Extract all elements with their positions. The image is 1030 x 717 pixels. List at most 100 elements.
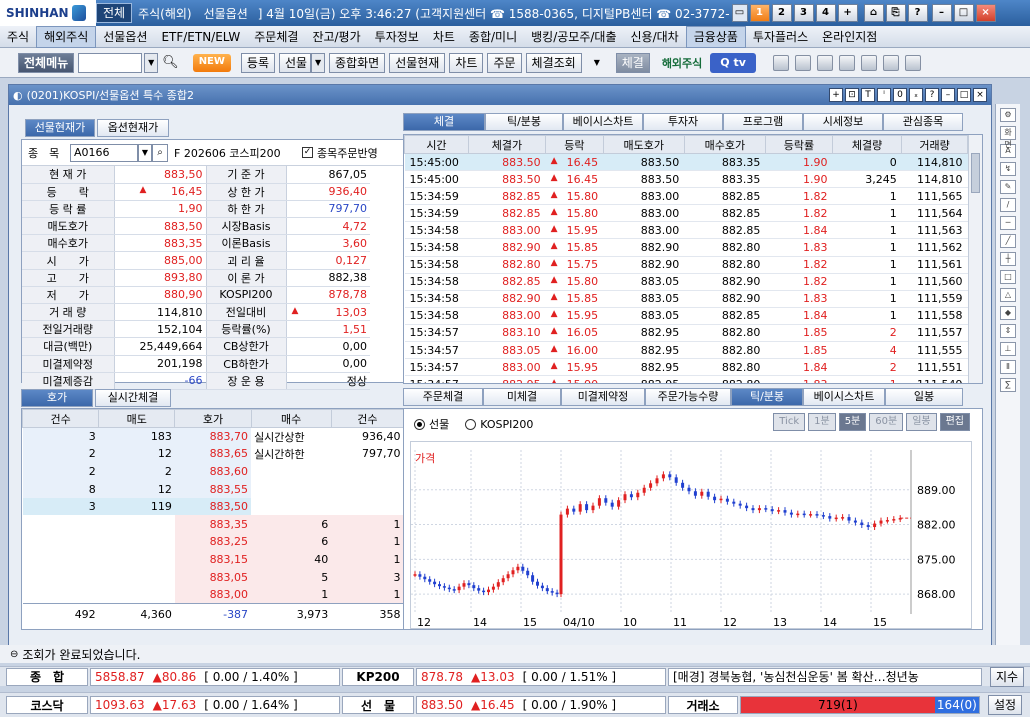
title-tab-futures[interactable]: 선물옵션	[198, 5, 254, 22]
qtv-button[interactable]: Q tv	[710, 52, 756, 73]
period-button-5[interactable]: 편집	[939, 413, 970, 431]
menu-item-5[interactable]: 잔고/평가	[305, 27, 367, 47]
trades-tab-3[interactable]: 투자자	[643, 113, 723, 131]
ask-price[interactable]: 883,60	[174, 462, 252, 481]
hoga-bid-row[interactable]: 883,00 1 1	[23, 585, 404, 604]
trades-tab-6[interactable]: 관심종목	[883, 113, 963, 131]
screen-save-icon[interactable]	[904, 54, 921, 71]
sidebar-tool-12-icon[interactable]: ⇕	[1000, 324, 1016, 338]
search-icon[interactable]: 🔍︎	[162, 55, 179, 70]
toolbar-button-order[interactable]: 주문	[487, 52, 522, 73]
toolbar-button-futures-price[interactable]: 선물현재	[389, 52, 446, 73]
chart-tab-3[interactable]: 주문가능수량	[645, 388, 731, 406]
ask-price[interactable]: 883,70	[174, 427, 252, 446]
bid-price[interactable]: 883,25	[174, 533, 252, 551]
trades-tab-5[interactable]: 시세정보	[803, 113, 883, 131]
help-icon[interactable]: ?	[907, 4, 928, 22]
toolbar-button-overview[interactable]: 종합화면	[329, 52, 386, 73]
overseas-stock-link[interactable]: 해외주식	[662, 55, 702, 71]
title-tab-all[interactable]: 전체	[96, 3, 133, 23]
period-button-2[interactable]: 5분	[838, 413, 867, 431]
chart-tab-5[interactable]: 베이시스차트	[803, 388, 885, 406]
toolbar-more-icon[interactable]: ▼	[594, 58, 608, 67]
sidebar-tool-6-icon[interactable]: ─	[1000, 216, 1016, 230]
order-reflect-checkbox[interactable]: ✓	[302, 147, 313, 158]
home-icon[interactable]: ⌂	[863, 4, 884, 22]
close-button[interactable]: ×	[975, 4, 996, 22]
trades-row[interactable]: 15:34:58 883.00 ▲ 15.95 883.00 882.85 1.84 1 111…	[404, 221, 968, 240]
window-button-7[interactable]: –	[941, 88, 955, 102]
sidebar-tool-1-icon[interactable]: 화면	[1000, 126, 1016, 149]
menu-item-11[interactable]: 금융상품	[685, 25, 746, 48]
index-button[interactable]: 지수	[990, 666, 1025, 687]
menu-item-6[interactable]: 투자정보	[368, 27, 426, 47]
window-button-2[interactable]: T	[861, 88, 875, 102]
window-button-6[interactable]: ?	[925, 88, 939, 102]
execution-button[interactable]: 체결	[615, 52, 650, 73]
layout-icon[interactable]	[838, 54, 855, 71]
trades-row[interactable]: 15:34:57 882.95 ▲ 15.90 882.95 882.80 1.83 1 111…	[404, 375, 968, 383]
trades-header[interactable]: 체결량	[831, 135, 903, 154]
chart-tab-6[interactable]: 일봉	[885, 388, 963, 406]
trades-header[interactable]: 거래량	[901, 135, 968, 154]
ask-price[interactable]: 883,65	[174, 445, 252, 463]
trades-header[interactable]: 등락률	[764, 135, 833, 154]
radio-futures[interactable]	[414, 418, 425, 430]
hoga-bid-row[interactable]: 883,15 40 1	[23, 550, 404, 569]
period-button-1[interactable]: 1분	[808, 413, 836, 431]
window-button-8[interactable]: □	[957, 88, 971, 102]
screen-2-button[interactable]: 2	[771, 4, 792, 22]
window-button-1[interactable]: ⊡	[845, 88, 859, 102]
trades-header[interactable]: 시간	[404, 135, 469, 154]
hoga-bid-row[interactable]: 883,35 6 1	[23, 515, 404, 534]
trades-scrollbar[interactable]	[968, 135, 982, 383]
menu-item-10[interactable]: 신용/대차	[624, 27, 686, 47]
screen-dropdown-icon[interactable]: ▼	[144, 52, 159, 73]
trades-header[interactable]: 매도호가	[602, 135, 685, 154]
sidebar-tool-5-icon[interactable]: /	[1000, 198, 1016, 212]
trades-row[interactable]: 15:34:57 883.10 ▲ 16.05 882.95 882.80 1.85 2 111…	[404, 324, 968, 343]
trades-row[interactable]: 15:34:58 882.90 ▲ 15.85 882.90 882.80 1.83 1 111…	[404, 238, 968, 257]
hoga-ask-row[interactable]: 3 183 883,70 실시간상한 936,40	[22, 427, 404, 446]
sidebar-tool-4-icon[interactable]: ✎	[1000, 180, 1016, 194]
trades-tab-0[interactable]: 체결	[403, 113, 485, 131]
bid-price[interactable]: 883,00	[174, 585, 252, 604]
ask-price[interactable]: 883,50	[174, 497, 252, 516]
sidebar-tool-11-icon[interactable]: ◆	[1000, 306, 1016, 320]
menu-item-8[interactable]: 종합/미니	[462, 27, 524, 47]
news-ticker[interactable]: [매경] 경북농협, '농심천심운동' 봄 확산…청년농	[668, 667, 982, 686]
trades-header[interactable]: 등락	[545, 135, 604, 154]
code-dropdown-icon[interactable]: ▼	[138, 143, 152, 162]
trades-row[interactable]: 15:45:00 883.50 ▲ 16.45 883.50 883.35 1.90 0 114…	[404, 153, 968, 172]
trades-header[interactable]: 체결가	[467, 135, 547, 154]
trades-tab-1[interactable]: 틱/분봉	[485, 113, 563, 131]
chart-tab-1[interactable]: 미체결	[483, 388, 561, 406]
menu-item-4[interactable]: 주문체결	[247, 27, 305, 47]
menu-item-0[interactable]: 주식	[0, 27, 36, 47]
tab-realtime-exec[interactable]: 실시간체결	[95, 389, 171, 407]
screen-4-button[interactable]: 4	[815, 4, 836, 22]
new-badge[interactable]: NEW	[192, 53, 231, 72]
trades-tab-4[interactable]: 프로그램	[723, 113, 803, 131]
favorite-select[interactable]: 선물	[279, 52, 312, 73]
trades-tab-2[interactable]: 베이시스차트	[563, 113, 643, 131]
hoga-ask-row[interactable]: 3 119 883,50	[22, 497, 404, 516]
menu-item-9[interactable]: 뱅킹/공모주/대출	[524, 27, 623, 47]
tab-option-price[interactable]: 옵션현재가	[97, 119, 169, 137]
chart-tab-0[interactable]: 주문체결	[403, 388, 483, 406]
sidebar-tool-8-icon[interactable]: ┼	[1000, 252, 1016, 266]
hoga-ask-row[interactable]: 2 2 883,60	[22, 462, 404, 481]
screen-number-input[interactable]	[78, 52, 143, 73]
bid-price[interactable]: 883,35	[174, 515, 252, 534]
all-menu-button[interactable]: 전체메뉴	[18, 52, 75, 73]
toolbar-button-chart[interactable]: 차트	[449, 52, 484, 73]
lock-icon[interactable]	[882, 54, 899, 71]
screen-1-button[interactable]: 1	[749, 4, 770, 22]
hoga-ask-row[interactable]: 8 12 883,55	[22, 480, 404, 498]
menu-item-13[interactable]: 온라인지점	[815, 27, 884, 47]
hoga-bid-row[interactable]: 883,25 6 1	[23, 533, 404, 551]
settings-button[interactable]: 설정	[988, 695, 1023, 715]
menu-item-12[interactable]: 투자플러스	[746, 27, 815, 47]
period-button-3[interactable]: 60분	[869, 413, 904, 431]
register-button[interactable]: 등록	[240, 52, 276, 73]
